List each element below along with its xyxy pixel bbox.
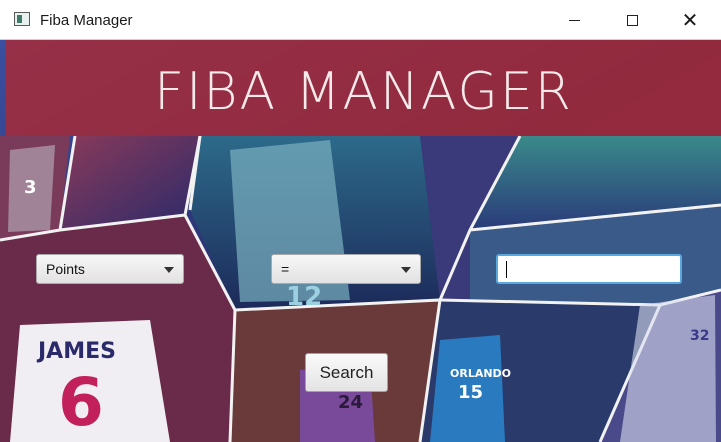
- operator-value: =: [281, 261, 290, 277]
- jersey2-name: ORLANDO: [450, 367, 511, 380]
- app-window: Fiba Manager ✕ JAMES 6 ORLANDO 15 24 3 1…: [0, 0, 721, 442]
- jersey3-number: 24: [338, 392, 363, 413]
- text-caret: [506, 261, 507, 278]
- minimize-button[interactable]: [545, 0, 603, 40]
- main-content: JAMES 6 ORLANDO 15 24 3 12 32 FIBA MANAG…: [0, 40, 721, 442]
- title-bar: Fiba Manager ✕: [0, 0, 721, 40]
- maximize-icon: [626, 14, 638, 26]
- jersey6-number: 32: [690, 328, 709, 344]
- stat-field-value: Points: [46, 261, 85, 277]
- search-button[interactable]: Search: [305, 353, 388, 392]
- minimize-icon: [568, 19, 580, 21]
- app-icon: [14, 12, 30, 26]
- operator-select[interactable]: =: [271, 254, 421, 284]
- close-icon: ✕: [681, 8, 699, 32]
- maximize-button[interactable]: [603, 0, 661, 40]
- jersey-name: JAMES: [36, 339, 116, 364]
- jersey2-number: 15: [458, 382, 483, 403]
- search-value-input[interactable]: [496, 254, 682, 284]
- jersey-number: 6: [58, 364, 104, 441]
- chevron-down-icon: [164, 267, 174, 273]
- title-banner: FIBA MANAGER: [6, 40, 721, 136]
- window-title: Fiba Manager: [40, 12, 133, 29]
- jersey5-number: 12: [286, 282, 322, 312]
- banner-title: FIBA MANAGER: [154, 62, 573, 122]
- close-button[interactable]: ✕: [661, 0, 719, 40]
- jersey4-number: 3: [24, 177, 37, 198]
- stat-field-select[interactable]: Points: [36, 254, 184, 284]
- chevron-down-icon: [401, 267, 411, 273]
